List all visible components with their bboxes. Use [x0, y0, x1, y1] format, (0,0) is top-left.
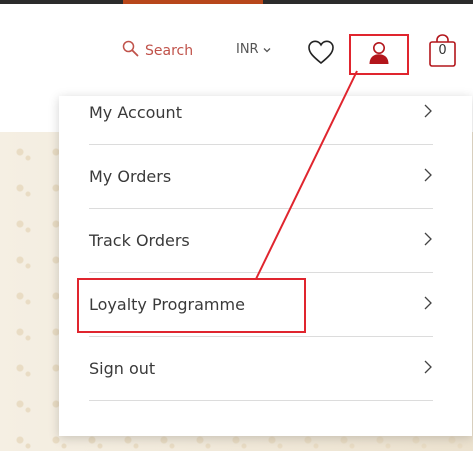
search-label: Search	[145, 42, 194, 59]
chevron-right-icon	[424, 167, 432, 186]
menu-item-label: My Orders	[89, 167, 172, 186]
menu-item-sign-out[interactable]: Sign out	[89, 337, 433, 401]
user-icon	[367, 41, 391, 69]
chevron-right-icon	[424, 103, 432, 122]
menu-item-label: Track Orders	[89, 231, 190, 250]
wishlist-button[interactable]	[307, 39, 335, 65]
chevron-right-icon	[424, 295, 432, 314]
currency-label: INR	[236, 42, 259, 57]
currency-selector[interactable]: INR	[236, 42, 271, 57]
menu-item-my-account[interactable]: My Account	[89, 81, 433, 145]
menu-item-track-orders[interactable]: Track Orders	[89, 209, 433, 273]
chevron-down-icon	[263, 42, 271, 57]
menu-item-my-orders[interactable]: My Orders	[89, 145, 433, 209]
search-icon	[122, 40, 139, 61]
heart-icon	[307, 40, 335, 69]
cart-count: 0	[438, 43, 447, 58]
chevron-right-icon	[424, 231, 432, 250]
loyalty-highlight-box	[77, 278, 306, 333]
account-button[interactable]	[349, 34, 409, 75]
menu-item-label: Sign out	[89, 359, 156, 378]
cart-button[interactable]: 0	[428, 34, 457, 67]
search-button[interactable]: Search	[122, 40, 193, 61]
menu-item-label: My Account	[89, 103, 182, 122]
chevron-right-icon	[424, 359, 432, 378]
